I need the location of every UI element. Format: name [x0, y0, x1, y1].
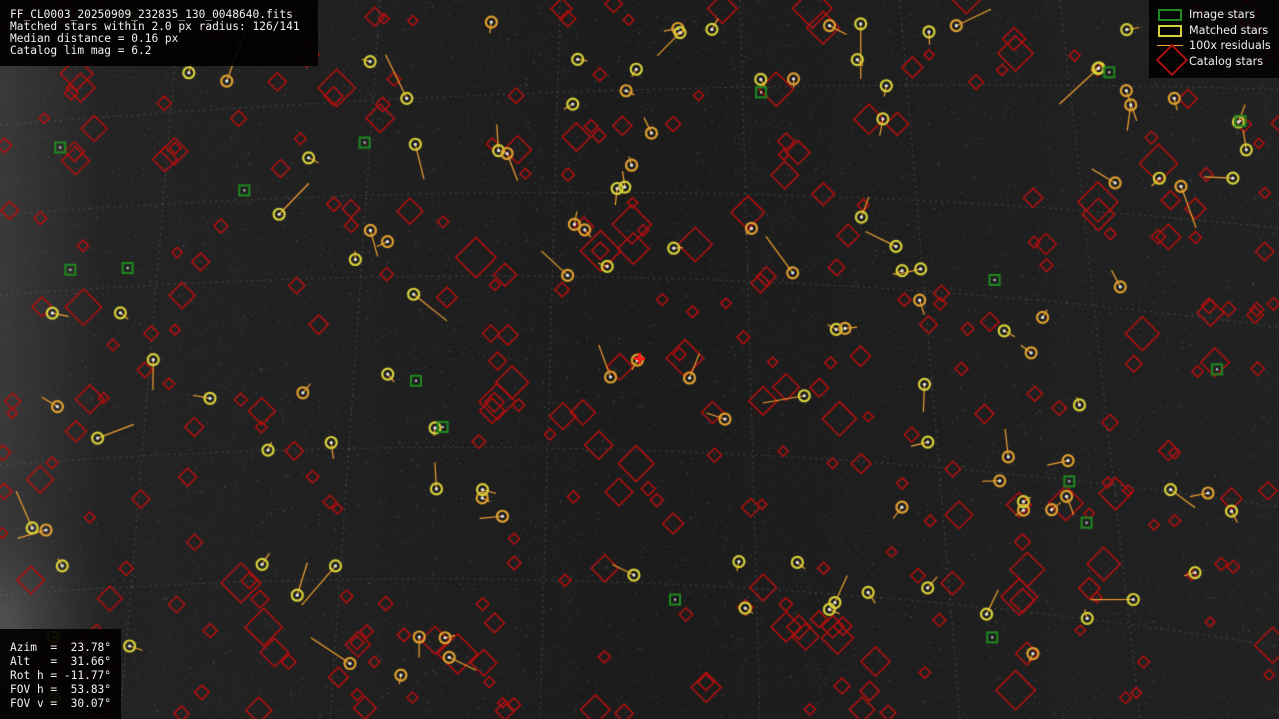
matched-star-swatch: [1158, 25, 1182, 37]
legend: Image stars Matched stars 100x residuals…: [1149, 0, 1279, 78]
rotation-text: Rot h = -11.77°: [10, 669, 112, 682]
catalog-limit-text: Catalog lim mag = 6.2: [10, 44, 152, 57]
altitude-text: Alt = 31.66°: [10, 655, 112, 668]
fov-v-text: FOV v = 30.07°: [10, 697, 112, 710]
legend-matched-stars: Matched stars: [1149, 23, 1279, 39]
azimuth-text: Azim = 23.78°: [10, 641, 112, 654]
star-field-plot: [0, 0, 1279, 719]
fov-h-text: FOV h = 53.83°: [10, 683, 112, 696]
pointing-info-panel: Azim = 23.78° Alt = 31.66° Rot h = -11.7…: [0, 629, 121, 719]
file-info-panel: FF_CL0003_20250909_232835_130_0048640.fi…: [0, 0, 318, 66]
legend-image-stars: Image stars: [1149, 7, 1279, 23]
legend-catalog-stars: Catalog stars: [1149, 43, 1279, 77]
image-star-swatch: [1158, 9, 1182, 21]
